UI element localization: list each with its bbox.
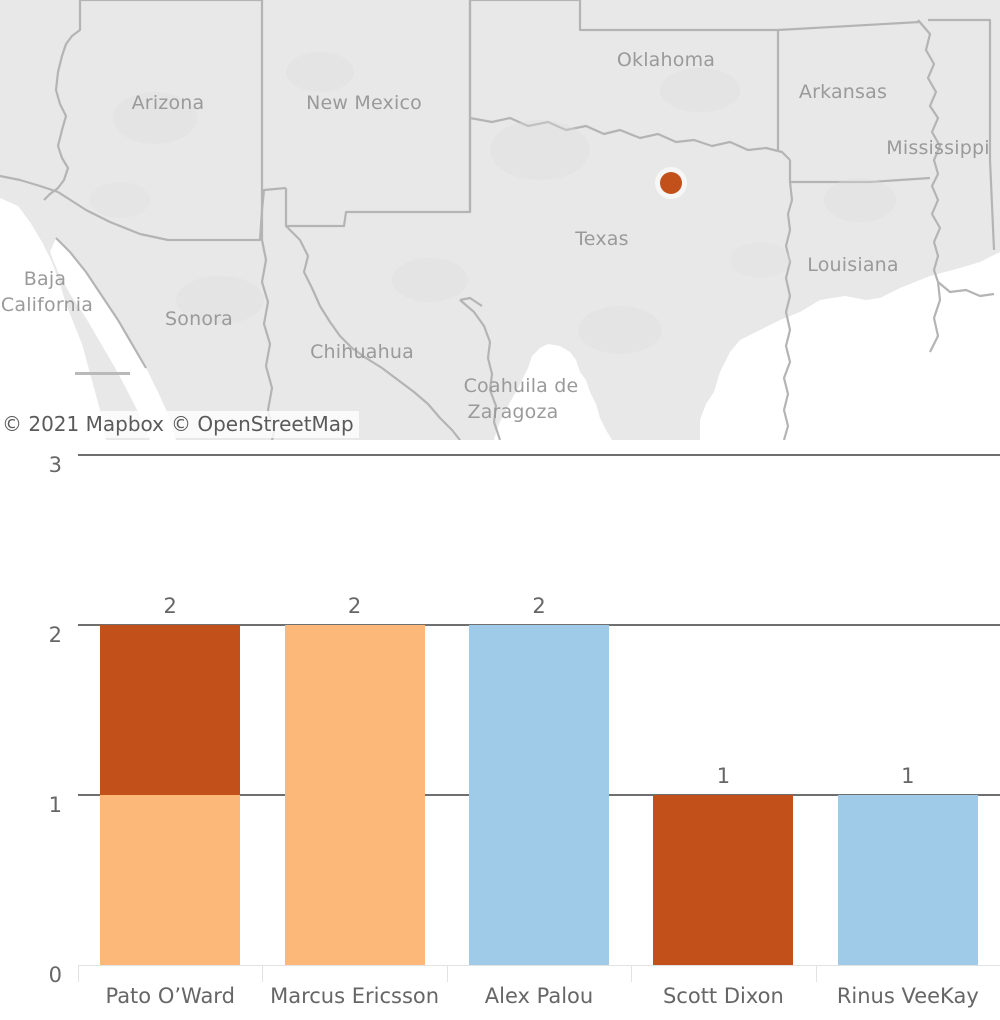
bar-value-label: 1: [716, 764, 731, 788]
mapbox-attribution[interactable]: © 2021 Mapbox: [2, 412, 164, 436]
y-tick-label-0: 0: [48, 963, 62, 987]
gridline-3: [78, 454, 1000, 456]
x-axis-tick-separator: [446, 966, 448, 982]
x-axis-label-rinus-veekay: Rinus VeeKay: [836, 984, 979, 1008]
bar-value-label: 2: [347, 594, 362, 618]
map-scale-bar: [75, 372, 130, 375]
bar-segment[interactable]: [469, 625, 609, 965]
x-axis-label-alex-palou: Alex Palou: [484, 984, 594, 1008]
bar-value-label: 2: [163, 594, 177, 618]
map-basemap[interactable]: [0, 0, 1000, 440]
bar-value-label: 2: [532, 594, 546, 618]
visualization-root: Arizona New Mexico Oklahoma Arkansas Mississ…: [0, 0, 1000, 1020]
bar-segment[interactable]: [284, 625, 425, 965]
bar-rinus-veekay[interactable]: 1: [837, 764, 978, 965]
x-axis-label-pato-o-ward: Pato O’Ward: [105, 984, 235, 1008]
bar-scott-dixon[interactable]: 1: [653, 764, 794, 965]
bar-marcus-ericsson[interactable]: 2: [284, 594, 425, 965]
bar-segment[interactable]: [100, 625, 241, 795]
race-location-marker[interactable]: [660, 172, 682, 194]
x-axis-tick-separator: [815, 966, 817, 982]
x-axis-tick-separator: [631, 966, 633, 982]
bar-pato-o-ward[interactable]: 2: [100, 594, 241, 965]
bar-alex-palou[interactable]: 2: [469, 594, 609, 965]
osm-attribution[interactable]: © OpenStreetMap: [171, 412, 354, 436]
bar-value-label: 1: [901, 764, 915, 788]
x-axis-tick-separator: [78, 966, 79, 982]
y-tick-label-1: 1: [48, 793, 62, 817]
x-axis-label-scott-dixon: Scott Dixon: [662, 984, 784, 1008]
bar-segment[interactable]: [837, 795, 978, 965]
y-tick-label-2: 2: [48, 623, 62, 647]
bar-segment[interactable]: [653, 795, 794, 965]
x-axis-line: [78, 965, 1000, 966]
x-axis-tick-separator: [262, 966, 264, 982]
map-attribution[interactable]: © 2021 Mapbox © OpenStreetMap: [0, 411, 359, 438]
wins-bar-chart[interactable]: Number of Wins 012322211 Pato O’WardMarc…: [0, 440, 1000, 1020]
bar-segment[interactable]: [100, 795, 241, 965]
map-panel[interactable]: Arizona New Mexico Oklahoma Arkansas Mississ…: [0, 0, 1000, 440]
y-tick-label-3: 3: [48, 453, 62, 477]
x-axis-label-marcus-ericsson: Marcus Ericsson: [270, 984, 440, 1008]
